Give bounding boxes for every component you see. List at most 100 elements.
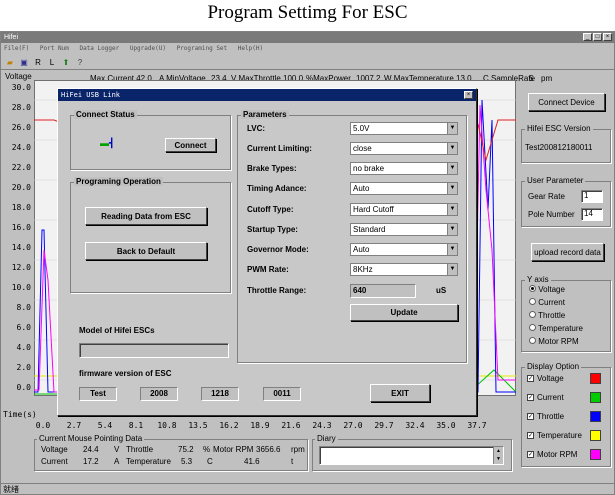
y-axis-label: Voltage bbox=[5, 72, 32, 81]
pwm-rate-select[interactable]: 8KHz ▼ bbox=[350, 263, 458, 276]
throttle-color-swatch[interactable] bbox=[590, 411, 601, 422]
menu-programing-set[interactable]: Programing Set bbox=[177, 45, 228, 52]
menu-port-num[interactable]: Port Num bbox=[40, 45, 69, 52]
diary-scrollbar[interactable]: ▲ ▼ bbox=[493, 447, 503, 464]
radio-icon[interactable] bbox=[529, 337, 536, 344]
display-option-legend: Display Option bbox=[525, 362, 582, 371]
toolbar: ▰ ▣ R L ⬆ ? bbox=[1, 55, 614, 70]
menu-upgrade[interactable]: Upgrade(U) bbox=[130, 45, 166, 52]
brake-types-select[interactable]: no brake ▼ bbox=[350, 162, 458, 175]
chevron-down-icon[interactable]: ▼ bbox=[447, 163, 457, 174]
temperature-readout-value: 5.3 bbox=[181, 457, 193, 466]
lvc-select[interactable]: 5.0V ▼ bbox=[350, 122, 458, 135]
menu-bar: File(F) Port Num Data Logger Upgrade(U) … bbox=[1, 43, 614, 55]
y-axis-option[interactable]: Current bbox=[529, 298, 565, 307]
connect-device-button[interactable]: Connect Device bbox=[528, 93, 605, 111]
chevron-down-icon[interactable]: ▼ bbox=[447, 244, 457, 255]
pole-number-input[interactable]: 14 bbox=[581, 208, 603, 221]
save-icon[interactable]: ▣ bbox=[19, 58, 29, 67]
param-label: LVC: bbox=[247, 124, 266, 133]
y-tick: 10.0 bbox=[11, 283, 31, 292]
x-tick: 35.0 bbox=[436, 421, 456, 430]
gear-rate-input[interactable]: 1 bbox=[581, 190, 603, 203]
update-button[interactable]: Update bbox=[350, 304, 458, 321]
timing-advance-select[interactable]: Auto ▼ bbox=[350, 182, 458, 195]
diary-textarea[interactable] bbox=[319, 446, 504, 465]
export-icon[interactable]: ⬆ bbox=[61, 58, 71, 67]
dialog-close-icon[interactable]: × bbox=[464, 91, 473, 99]
y-tick: 2.0 bbox=[16, 363, 31, 372]
upload-record-button[interactable]: upload record data bbox=[531, 243, 604, 261]
close-window-button[interactable]: × bbox=[603, 33, 612, 41]
radio-icon[interactable] bbox=[529, 298, 536, 305]
param-label: Cutoff Type: bbox=[247, 205, 294, 214]
x-tick: 8.1 bbox=[128, 421, 144, 430]
y-axis-option[interactable]: Temperature bbox=[529, 324, 583, 333]
app-window: Hifei _ □ × File(F) Port Num Data Logger… bbox=[0, 31, 615, 495]
y-axis-option-label: Temperature bbox=[538, 324, 583, 333]
chevron-down-icon[interactable]: ▼ bbox=[447, 123, 457, 134]
current-readout-value: 17.2 bbox=[83, 457, 99, 466]
menu-help[interactable]: Help(H) bbox=[238, 45, 263, 52]
display-throttle-checkbox[interactable]: ✓ bbox=[527, 413, 534, 420]
temperature-color-swatch[interactable] bbox=[590, 430, 601, 441]
startup-type-select[interactable]: Standard ▼ bbox=[350, 223, 458, 236]
radio-icon[interactable] bbox=[529, 311, 536, 318]
display-throttle-label: Throttle bbox=[537, 412, 565, 421]
chevron-down-icon[interactable]: ▼ bbox=[447, 204, 457, 215]
governor-mode-select[interactable]: Auto ▼ bbox=[350, 243, 458, 256]
display-temperature-checkbox[interactable]: ✓ bbox=[527, 432, 534, 439]
chevron-down-icon[interactable]: ▼ bbox=[447, 183, 457, 194]
exit-button[interactable]: EXIT bbox=[370, 384, 430, 402]
y-tick: 0.0 bbox=[16, 383, 31, 392]
chevron-down-icon[interactable]: ▼ bbox=[447, 264, 457, 275]
chevron-down-icon[interactable]: ▼ bbox=[447, 224, 457, 235]
esc-version-value: Test200812180011 bbox=[525, 143, 593, 152]
x-tick: 18.9 bbox=[250, 421, 270, 430]
motor-rpm-color-swatch[interactable] bbox=[590, 449, 601, 460]
current-limiting-select[interactable]: close ▼ bbox=[350, 142, 458, 155]
dialog-title: HiFei USB Link bbox=[58, 89, 476, 101]
display-motor-rpm-label: Motor RPM bbox=[537, 450, 578, 459]
y-axis-option[interactable]: Voltage bbox=[529, 285, 565, 294]
throttle-readout-label: Throttle bbox=[126, 445, 154, 454]
current-color-swatch[interactable] bbox=[590, 392, 601, 403]
maximize-button[interactable]: □ bbox=[593, 33, 602, 41]
y-tick: 26.0 bbox=[11, 123, 31, 132]
chevron-down-icon[interactable]: ▼ bbox=[447, 143, 457, 154]
open-folder-icon[interactable]: ▰ bbox=[5, 58, 15, 67]
minimize-button[interactable]: _ bbox=[583, 33, 592, 41]
chart-r-icon[interactable]: R bbox=[33, 58, 43, 67]
y-axis-option-label: Motor RPM bbox=[538, 337, 579, 346]
voltage-color-swatch[interactable] bbox=[590, 373, 601, 384]
menu-file[interactable]: File(F) bbox=[4, 45, 29, 52]
back-to-default-button[interactable]: Back to Default bbox=[85, 242, 207, 260]
temperature-readout-label: Temperature bbox=[126, 457, 171, 466]
x-tick: 24.3 bbox=[312, 421, 332, 430]
radio-selected-icon[interactable] bbox=[529, 285, 536, 292]
display-motor-rpm-checkbox[interactable]: ✓ bbox=[527, 451, 534, 458]
display-current-checkbox[interactable]: ✓ bbox=[527, 394, 534, 401]
chart-l-icon[interactable]: L bbox=[47, 58, 57, 67]
connect-button[interactable]: Connect bbox=[165, 138, 216, 152]
help-icon[interactable]: ? bbox=[75, 58, 85, 67]
y-tick: 6.0 bbox=[16, 323, 31, 332]
y-axis-option[interactable]: Motor RPM bbox=[529, 337, 579, 346]
y-axis-option[interactable]: Throttle bbox=[529, 311, 565, 320]
y-tick: 22.0 bbox=[11, 163, 31, 172]
y-tick: 14.0 bbox=[11, 243, 31, 252]
pole-number-label: Pole Number bbox=[528, 210, 575, 219]
x-tick: 16.2 bbox=[219, 421, 239, 430]
x-tick: 2.7 bbox=[66, 421, 82, 430]
y-tick: 28.0 bbox=[11, 103, 31, 112]
cutoff-type-select[interactable]: Hard Cutoff ▼ bbox=[350, 203, 458, 216]
read-from-esc-button[interactable]: Reading Data from ESC bbox=[85, 207, 207, 225]
rpm-readout-value: 3656.6 bbox=[256, 445, 281, 454]
x-axis-label: Time(s) bbox=[3, 410, 37, 419]
voltage-readout-value: 24.4 bbox=[83, 445, 99, 454]
radio-icon[interactable] bbox=[529, 324, 536, 331]
status-bar: 就绪 bbox=[1, 483, 614, 494]
display-voltage-checkbox[interactable]: ✓ bbox=[527, 375, 534, 382]
param-label: Timing Adance: bbox=[247, 184, 307, 193]
menu-data-logger[interactable]: Data Logger bbox=[79, 45, 119, 52]
